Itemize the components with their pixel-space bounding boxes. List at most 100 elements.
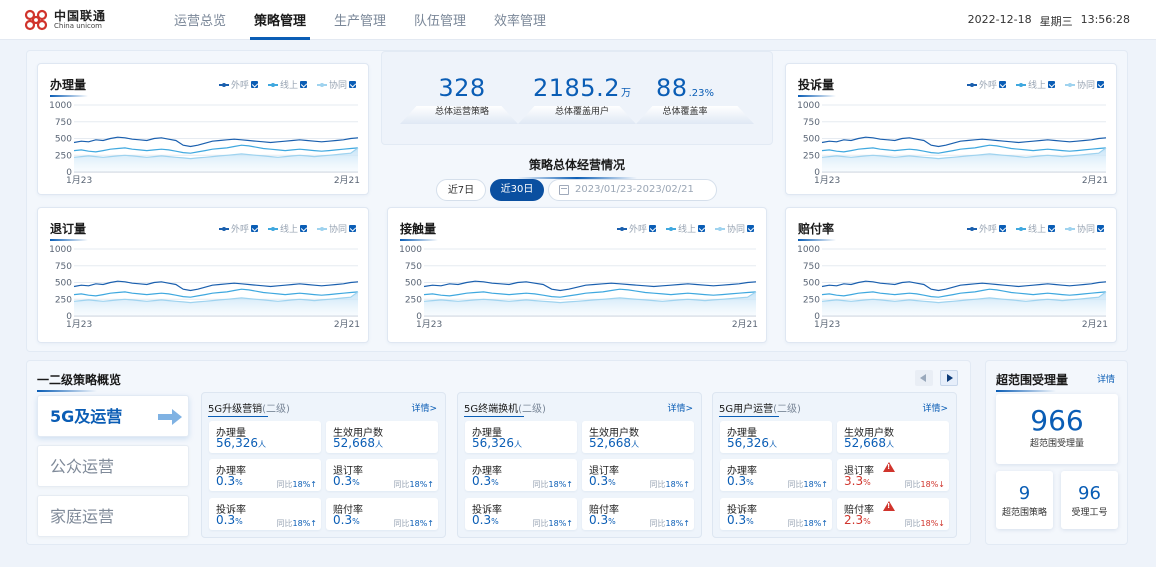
x-tick-label: 2月21: [334, 319, 360, 330]
time-text: 13:56:28: [1080, 13, 1130, 26]
stat-covered-users: 2185.2万 总体覆盖用户: [527, 74, 637, 117]
metric-value: 0.3%: [216, 513, 243, 527]
last-7-days-button[interactable]: 近7日: [436, 179, 486, 201]
metric-unit: %: [746, 517, 754, 526]
comparison-label: 同比: [532, 480, 549, 489]
ultra-workers-value: 96: [1078, 483, 1101, 504]
y-tick-label: 1000: [797, 101, 820, 111]
metric-number: 0.3: [589, 474, 609, 488]
comparison-percent: 18%↑: [409, 480, 434, 489]
stat-value: 2185.2: [533, 74, 620, 102]
strategy-card-5g-terminal: 5G终端换机(二级) 详情> 办理量 56,326人 生效用户数 52,668人 办理率 0.…: [457, 392, 702, 538]
metric-number: 0.3: [472, 513, 492, 527]
strategy-level: (二级): [262, 404, 290, 415]
metric-comparison: 同比18%↑: [533, 479, 573, 490]
ultra-strategies-label: 超范围策略: [1001, 508, 1047, 518]
comparison-label: 同比: [649, 480, 666, 489]
metric-unit: %: [746, 478, 754, 487]
series-line-线上: [821, 288, 1107, 298]
metric-box: 退订率3.3%同比18%↓: [837, 459, 949, 491]
metric-value: 0.3%: [472, 513, 499, 527]
comparison-percent: 18%↑: [292, 519, 317, 528]
metric-unit: 人: [886, 440, 894, 449]
line-chart: 025050075010001月23 2月21: [49, 101, 360, 186]
line-chart: 025050075010001月23 2月21: [797, 245, 1108, 330]
category-public-operations[interactable]: 公众运营: [37, 445, 189, 487]
metric-unit: %: [608, 517, 616, 526]
metric-box: 办理率 0.3% 同比18%↑: [209, 459, 321, 491]
metric-unit: %: [235, 478, 243, 487]
metric-comparison: 同比18%↑: [394, 479, 434, 490]
chevron-left-icon: [920, 374, 926, 382]
metric-unit: 人: [514, 440, 522, 449]
ultra-strategies-value: 9: [1018, 483, 1031, 504]
metric-box: 生效用户数 52,668人: [326, 421, 438, 453]
calendar-icon: [559, 185, 569, 195]
metric-unit: %: [491, 478, 499, 487]
x-tick-label: 2月21: [732, 319, 758, 330]
metric-unit: 人: [631, 440, 639, 449]
metric-number: 0.3: [727, 513, 747, 527]
line-chart: 025050075010001月23 2月21: [399, 245, 758, 330]
x-tick-label: 2月21: [1082, 319, 1108, 330]
overview-title: 一二级策略概览: [37, 373, 122, 392]
metric-unit: %: [863, 478, 871, 487]
metric-number: 56,326: [727, 436, 769, 450]
metric-comparison: 同比18%↑: [650, 518, 690, 529]
prev-page-button[interactable]: [915, 370, 933, 386]
comparison-label: 同比: [393, 519, 410, 528]
weekday-text: 星期三: [1039, 15, 1073, 28]
tab-operations-overview[interactable]: 运营总览: [160, 0, 240, 40]
ultra-main-label: 超范围受理量: [1029, 439, 1084, 449]
comparison-percent: 18%↑: [665, 480, 690, 489]
metric-box: 赔付率 0.3% 同比18%↑: [326, 498, 438, 530]
last-30-days-button[interactable]: 近30日: [490, 179, 544, 201]
logo-cn-text: 中国联通: [54, 9, 107, 23]
comparison-percent: 18%↑: [409, 519, 434, 528]
metric-number: 56,326: [472, 436, 514, 450]
metric-comparison: 同比18%↑: [650, 479, 690, 490]
chevron-right-icon: [947, 374, 953, 382]
china-unicom-logo: 中国联通 China unicom: [22, 8, 106, 32]
stat-unit: 万: [620, 88, 631, 99]
series-area-协同: [74, 291, 358, 316]
series-area-协同: [822, 147, 1106, 172]
series-area-协同: [74, 147, 358, 172]
category-home-operations[interactable]: 家庭运营: [37, 495, 189, 537]
unicom-knot-icon: [24, 9, 48, 31]
strategy-detail-link[interactable]: 详情>: [922, 401, 948, 414]
tab-production-management[interactable]: 生产管理: [320, 0, 400, 40]
comparison-label: 同比: [787, 519, 804, 528]
category-5g-operations[interactable]: 5G及运营: [37, 395, 189, 437]
x-tick-label: 1月23: [66, 319, 92, 330]
strategy-detail-link[interactable]: 详情>: [411, 401, 437, 414]
arrow-right-icon: [158, 409, 182, 425]
metric-comparison: 同比18%↑: [277, 479, 317, 490]
metric-value: 0.3%: [333, 474, 360, 488]
strategy-detail-link[interactable]: 详情>: [667, 401, 693, 414]
metric-comparison: 同比18%↓: [905, 518, 945, 529]
date-range-picker[interactable]: 2023/01/23-2023/02/21: [548, 179, 717, 201]
comparison-percent: 18%↓: [920, 480, 945, 489]
next-page-button[interactable]: [940, 370, 958, 386]
strategy-name: 5G升级营销: [208, 404, 263, 415]
date-text: 2022-12-18: [967, 13, 1032, 26]
chart-card-handling: 办理量 外呼 线上 协同 0 250 500 750 1000 1月23 2月21: [37, 63, 369, 195]
y-tick-label: 1000: [399, 245, 422, 255]
tab-strategy-management[interactable]: 策略管理: [240, 0, 320, 40]
metric-unit: %: [352, 478, 360, 487]
line-chart: 025050075010001月23 2月21: [797, 101, 1108, 186]
ultra-strategies-stat: 9 超范围策略: [996, 471, 1053, 529]
tab-team-management[interactable]: 队伍管理: [400, 0, 480, 40]
strategy-level: (二级): [518, 404, 546, 415]
series-line-线上: [73, 288, 359, 298]
y-tick-label: 500: [803, 279, 820, 289]
summary-section-title: 策略总体经营情况: [381, 156, 773, 179]
y-tick-label: 1000: [49, 101, 72, 111]
metric-unit: %: [235, 517, 243, 526]
metric-number: 2.3: [844, 513, 864, 527]
ultra-title: 超范围受理量: [996, 373, 1069, 392]
ultra-detail-link[interactable]: 详情: [1097, 372, 1115, 385]
tab-efficiency-management[interactable]: 效率管理: [480, 0, 560, 40]
y-tick-label: 250: [55, 295, 72, 305]
